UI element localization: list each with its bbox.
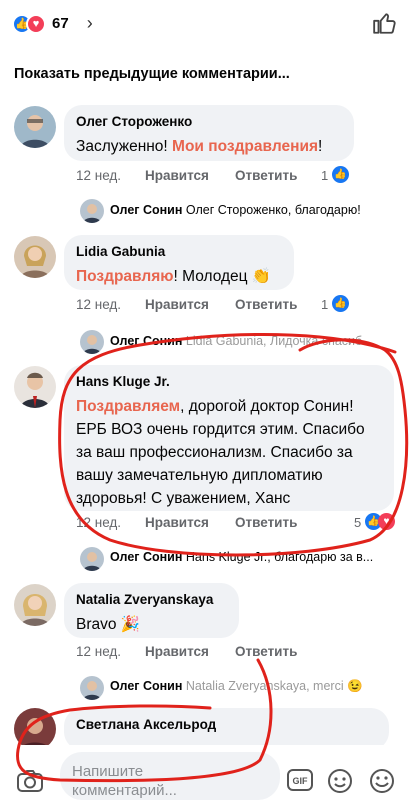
like-button[interactable]: Нравится	[145, 168, 209, 183]
reply-preview[interactable]: Олег Сонин Олег Стороженко, благодарю!	[110, 203, 410, 217]
reply-button[interactable]: Ответить	[235, 644, 297, 659]
reply-author[interactable]: Олег Сонин	[110, 334, 182, 348]
comment-text: Поздравляю! Молодец 👏	[76, 268, 272, 285]
comment-time: 12 нед.	[76, 168, 122, 183]
love-reaction-icon: ♥	[26, 13, 46, 34]
comment-time: 12 нед.	[76, 297, 122, 312]
comment-author[interactable]: Lidia Gabunia	[76, 244, 282, 259]
mention-link[interactable]: Поздравляю	[76, 268, 174, 285]
party-popper-emoji-icon: 🎉	[120, 616, 141, 633]
comment-bubble[interactable]: Natalia Zveryanskaya Bravo 🎉	[64, 583, 239, 638]
comment-actions: 12 нед. Нравится Ответить	[76, 168, 376, 186]
emoji-icon[interactable]	[368, 768, 396, 794]
reply-preview[interactable]: Олег Сонин Lidia Gabunia, Лидочка спасиб…	[110, 334, 410, 348]
like-button[interactable]: Нравится	[145, 515, 209, 530]
comment-author[interactable]: Hans Kluge Jr.	[76, 374, 382, 389]
comment-bubble[interactable]: Lidia Gabunia Поздравляю! Молодец 👏	[64, 235, 294, 290]
avatar[interactable]	[80, 676, 104, 700]
mention-link[interactable]: Поздравляем	[76, 398, 180, 415]
reaction-count: 67	[52, 15, 69, 32]
reaction-count: 5	[354, 515, 362, 530]
like-button[interactable]: Нравится	[145, 644, 209, 659]
comment-actions: 12 нед. Нравится Ответить	[76, 515, 376, 533]
sticker-icon[interactable]	[326, 768, 354, 794]
comment-bubble[interactable]: Hans Kluge Jr. Поздравляем, дорогой докт…	[64, 365, 394, 511]
comment-text: Поздравляем, дорогой доктор Сонин! ЕРБ В…	[76, 398, 365, 507]
reaction-count: 1	[321, 297, 329, 312]
comment-author[interactable]: Олег Стороженко	[76, 114, 342, 129]
avatar[interactable]	[80, 199, 104, 223]
camera-icon[interactable]	[16, 769, 44, 793]
avatar[interactable]	[14, 106, 56, 148]
mention-link[interactable]: Мои поздравления	[172, 138, 318, 155]
reply-text: Natalia Zveryanskaya, merci	[185, 679, 348, 693]
reply-text: Hans Kluge Jr., благодарю за в...	[185, 550, 374, 564]
reply-button[interactable]: Ответить	[235, 168, 297, 183]
avatar[interactable]	[14, 584, 56, 626]
reply-preview[interactable]: Олег Сонин Hans Kluge Jr., благодарю за …	[110, 550, 410, 564]
reply-author[interactable]: Олег Сонин	[110, 550, 182, 564]
reply-author[interactable]: Олег Сонин	[110, 203, 182, 217]
like-reaction-icon[interactable]: 👍	[332, 295, 349, 312]
avatar[interactable]	[80, 547, 104, 571]
reaction-summary[interactable]: 👍 ♥ 67 ›	[12, 13, 93, 34]
comment-text: Заслуженно! Мои поздравления!	[76, 138, 323, 155]
avatar[interactable]	[14, 366, 56, 408]
avatar[interactable]	[14, 236, 56, 278]
reply-preview[interactable]: Олег Сонин Natalia Zveryanskaya, merci 😉	[110, 679, 410, 694]
comment-time: 12 нед.	[76, 644, 122, 659]
comment-author[interactable]: Natalia Zveryanskaya	[76, 592, 227, 607]
reaction-count: 1	[321, 168, 329, 183]
comment-actions: 12 нед. Нравится Ответить	[76, 297, 376, 315]
clapping-emoji-icon: 👏	[251, 268, 272, 285]
avatar[interactable]	[14, 708, 56, 750]
reply-text: Олег Стороженко, благодарю!	[185, 203, 361, 217]
reactions-bar: 👍 ♥ 67 ›	[0, 0, 414, 50]
like-button[interactable]: Нравится	[145, 297, 209, 312]
love-reaction-icon[interactable]: ♥	[378, 513, 395, 530]
comment-input-placeholder: Напишите комментарий...	[72, 763, 177, 799]
avatar[interactable]	[80, 330, 104, 354]
comment-bubble[interactable]: Олег Стороженко Заслуженно! Мои поздравл…	[64, 105, 354, 161]
chevron-right-icon[interactable]: ›	[87, 13, 93, 34]
gif-icon[interactable]: GIF	[286, 768, 314, 792]
reply-author[interactable]: Олег Сонин	[110, 679, 182, 693]
show-previous-comments-link[interactable]: Показать предыдущие комментарии...	[14, 66, 290, 82]
reply-text: Lidia Gabunia, Лидочка спасиб...	[185, 334, 373, 348]
svg-text:GIF: GIF	[293, 776, 309, 786]
comment-text: Bravo 🎉	[76, 616, 141, 633]
comment-composer: Напишите комментарий... GIF	[0, 745, 414, 800]
comment-actions: 12 нед. Нравится Ответить	[76, 644, 376, 662]
comment-author[interactable]: Светлана Аксельрод	[76, 717, 377, 732]
like-outline-icon[interactable]	[372, 10, 398, 36]
comment-bubble[interactable]: Светлана Аксельрод	[64, 708, 389, 750]
comment-time: 12 нед.	[76, 515, 122, 530]
reply-button[interactable]: Ответить	[235, 515, 297, 530]
like-reaction-icon[interactable]: 👍	[332, 166, 349, 183]
winking-emoji-icon: 😉	[347, 679, 363, 693]
reply-button[interactable]: Ответить	[235, 297, 297, 312]
